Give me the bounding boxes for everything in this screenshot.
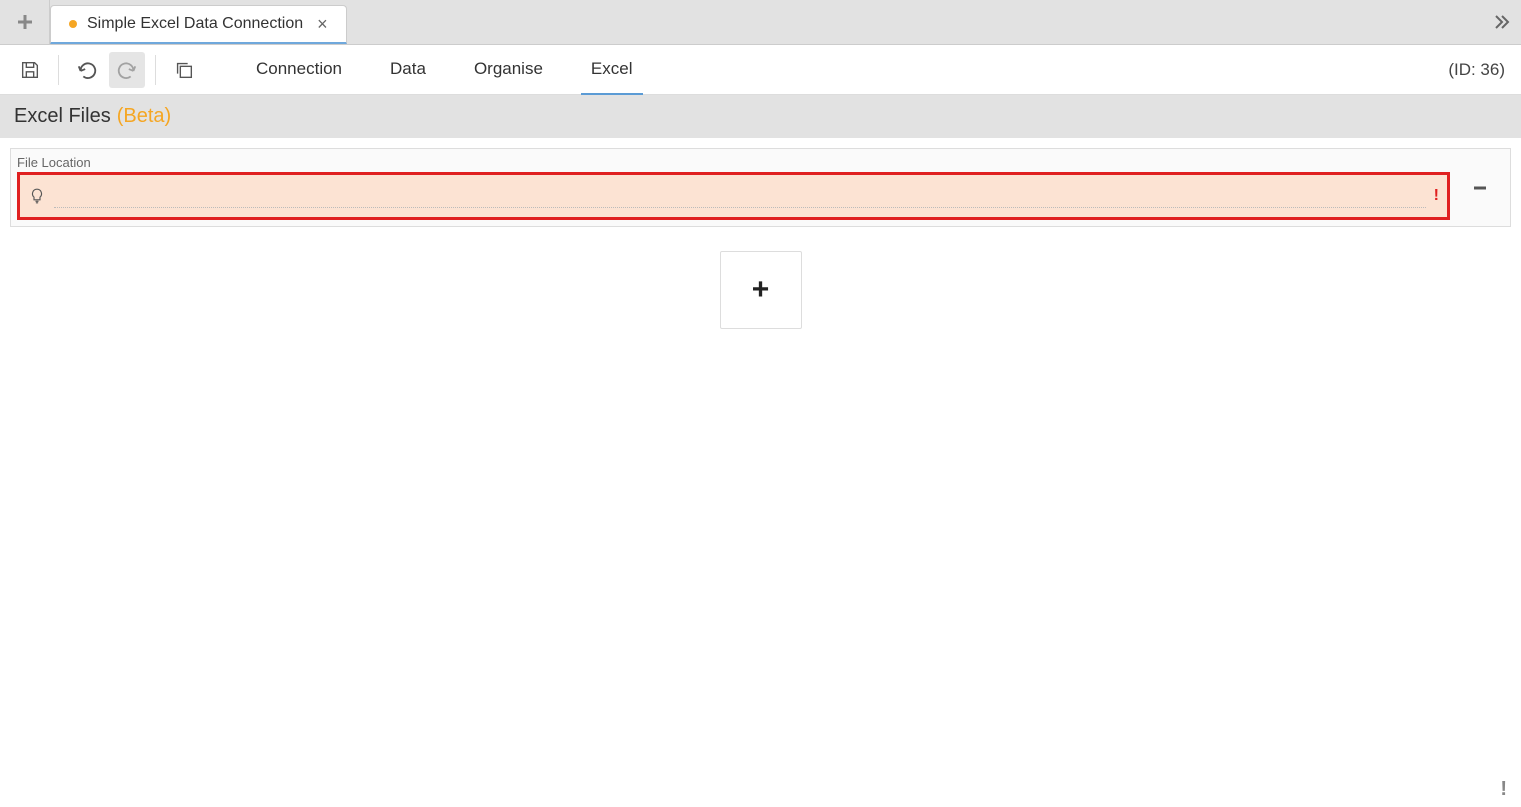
nav-tab-label: Excel xyxy=(591,59,633,79)
nav-tabs: Connection Data Organise Excel xyxy=(246,45,643,95)
add-area: + xyxy=(0,251,1521,329)
file-location-input-wrap: ! xyxy=(17,172,1450,220)
tab-bar: Simple Excel Data Connection × xyxy=(0,0,1521,45)
undo-icon xyxy=(76,59,98,81)
nav-tab-label: Data xyxy=(390,59,426,79)
nav-tab-excel[interactable]: Excel xyxy=(581,45,643,95)
validation-error-icon: ! xyxy=(1434,187,1439,205)
chevron-double-right-icon xyxy=(1491,12,1511,32)
minus-icon xyxy=(1470,178,1490,198)
redo-button xyxy=(109,52,145,88)
tab-overflow-button[interactable] xyxy=(1481,0,1521,44)
undo-button[interactable] xyxy=(69,52,105,88)
remove-file-button[interactable] xyxy=(1456,155,1504,220)
save-button[interactable] xyxy=(12,52,48,88)
redo-icon xyxy=(116,59,138,81)
section-title: Excel Files xyxy=(14,105,111,128)
copy-button[interactable] xyxy=(166,52,202,88)
tab-title: Simple Excel Data Connection xyxy=(87,15,303,33)
toolbar: Connection Data Organise Excel (ID: 36) xyxy=(0,45,1521,95)
file-location-panel: File Location ! xyxy=(10,148,1511,227)
file-location-label: File Location xyxy=(17,155,1450,170)
close-tab-button[interactable]: × xyxy=(313,15,332,33)
status-warning-icon[interactable]: ! xyxy=(1500,778,1507,801)
nav-tab-label: Organise xyxy=(474,59,543,79)
file-location-input[interactable] xyxy=(54,184,1426,208)
nav-tab-label: Connection xyxy=(256,59,342,79)
section-header: Excel Files (Beta) xyxy=(0,95,1521,138)
toolbar-separator xyxy=(155,55,156,85)
beta-badge: (Beta) xyxy=(117,105,171,128)
new-tab-button[interactable] xyxy=(0,0,50,44)
tab-active[interactable]: Simple Excel Data Connection × xyxy=(50,5,347,44)
plus-icon xyxy=(16,13,34,31)
toolbar-separator xyxy=(58,55,59,85)
record-id-label: (ID: 36) xyxy=(1448,60,1509,80)
nav-tab-connection[interactable]: Connection xyxy=(246,45,352,95)
plus-icon: + xyxy=(752,273,770,307)
save-icon xyxy=(19,59,41,81)
lightbulb-icon xyxy=(28,187,46,205)
nav-tab-data[interactable]: Data xyxy=(380,45,436,95)
nav-tab-organise[interactable]: Organise xyxy=(464,45,553,95)
dirty-indicator-icon xyxy=(69,20,77,28)
copy-icon xyxy=(173,59,195,81)
add-file-button[interactable]: + xyxy=(720,251,802,329)
